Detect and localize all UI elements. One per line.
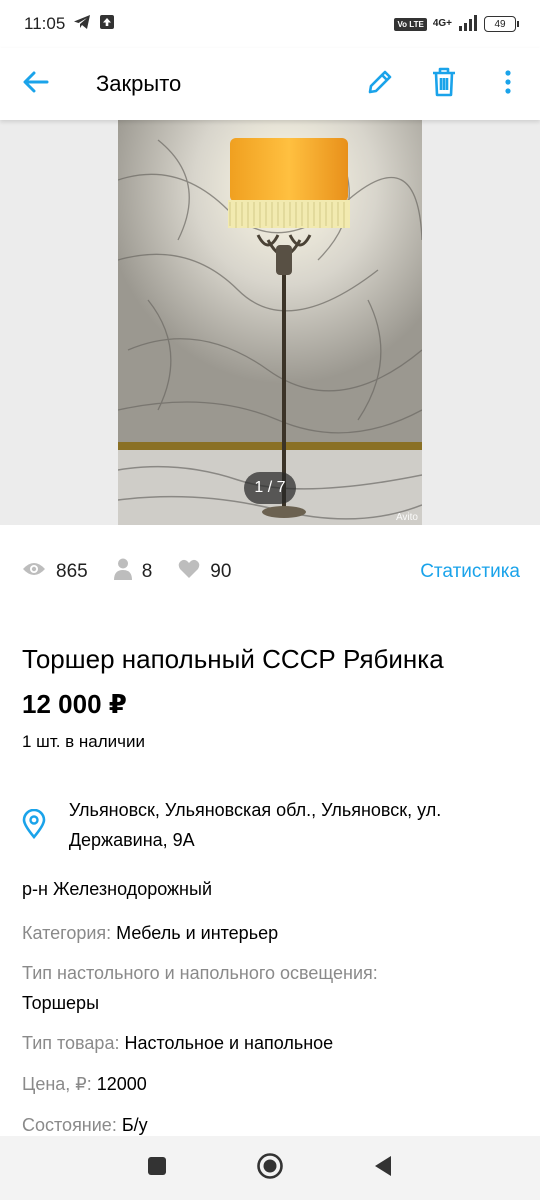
home-circle-icon (256, 1152, 284, 1185)
param-value: Мебель и интерьер (116, 923, 279, 943)
listing-price: 12 000 ₽ (22, 689, 127, 719)
listing-title: Торшер напольный СССР Рябинка (22, 644, 444, 674)
district-text: р-н Железнодорожный (22, 879, 212, 899)
param-category: Категория: Мебель и интерьер (22, 918, 522, 948)
location-pin-icon (22, 808, 46, 843)
network-type: 4G+ (432, 18, 452, 29)
app-bar: Закрыто (0, 48, 540, 120)
listing-photo[interactable]: Avito (118, 120, 422, 525)
param-value: Торшеры (22, 993, 100, 1013)
eye-icon (22, 561, 46, 583)
upload-icon (99, 14, 115, 35)
home-button[interactable] (240, 1138, 300, 1198)
param-label: Цена, ₽: (22, 1074, 92, 1094)
delete-button[interactable] (412, 48, 476, 120)
triangle-back-icon (373, 1155, 393, 1182)
param-lighting-type: Тип настольного и напольного освещения: … (22, 958, 522, 1018)
param-label: Категория: (22, 923, 112, 943)
avito-watermark: Avito (395, 512, 418, 523)
edit-button[interactable] (348, 48, 412, 120)
battery-level: 49 (494, 18, 506, 30)
param-price: Цена, ₽: 12000 (22, 1069, 522, 1099)
param-label: Тип настольного и напольного освещения: (22, 963, 378, 983)
status-time: 11:05 (24, 14, 66, 33)
status-bar: 11:05 Vo LTE 4G+ 49 (0, 0, 540, 48)
address-block[interactable]: Ульяновск, Ульяновская обл., Ульяновск, … (22, 795, 522, 855)
param-value: Настольное и напольное (124, 1033, 334, 1053)
param-label: Тип товара: (22, 1033, 120, 1053)
param-value: Б/у (121, 1115, 148, 1135)
battery-icon: 49 (484, 16, 519, 32)
square-icon (147, 1156, 167, 1181)
telegram-icon (73, 14, 91, 35)
more-menu-button[interactable] (476, 48, 540, 120)
person-icon (113, 558, 132, 586)
address-text: Ульяновск, Ульяновская обл., Ульяновск, … (68, 800, 442, 850)
contacts-stat: 8 (113, 558, 153, 586)
photo-counter: 1 / 7 (244, 472, 296, 504)
favorites-stat: 90 (178, 559, 231, 585)
photo-gallery[interactable]: Avito 1 / 7 (0, 120, 540, 525)
favorites-count: 90 (210, 561, 232, 582)
pencil-icon (366, 68, 394, 101)
recents-button[interactable] (127, 1138, 187, 1198)
param-value: 12000 (96, 1074, 147, 1094)
param-label: Состояние: (22, 1115, 117, 1135)
signal-icon (458, 14, 478, 34)
trash-icon (431, 67, 457, 102)
volte-badge: Vo LTE (394, 17, 427, 31)
back-nav-button[interactable] (353, 1138, 413, 1198)
more-vert-icon (505, 69, 511, 99)
heart-icon (178, 559, 200, 585)
page-title: Закрыто (96, 71, 182, 96)
views-stat: 865 (22, 561, 88, 583)
views-count: 865 (56, 561, 88, 582)
arrow-left-icon (23, 71, 49, 98)
stock-info: 1 шт. в наличии (22, 732, 146, 751)
back-button[interactable] (0, 48, 72, 120)
param-product-type: Тип товара: Настольное и напольное (22, 1028, 522, 1058)
system-nav-bar (0, 1136, 540, 1200)
contacts-count: 8 (141, 561, 153, 582)
statistics-link[interactable]: Статистика (420, 561, 520, 583)
stats-row: 865 8 90 Статистика (22, 556, 520, 588)
